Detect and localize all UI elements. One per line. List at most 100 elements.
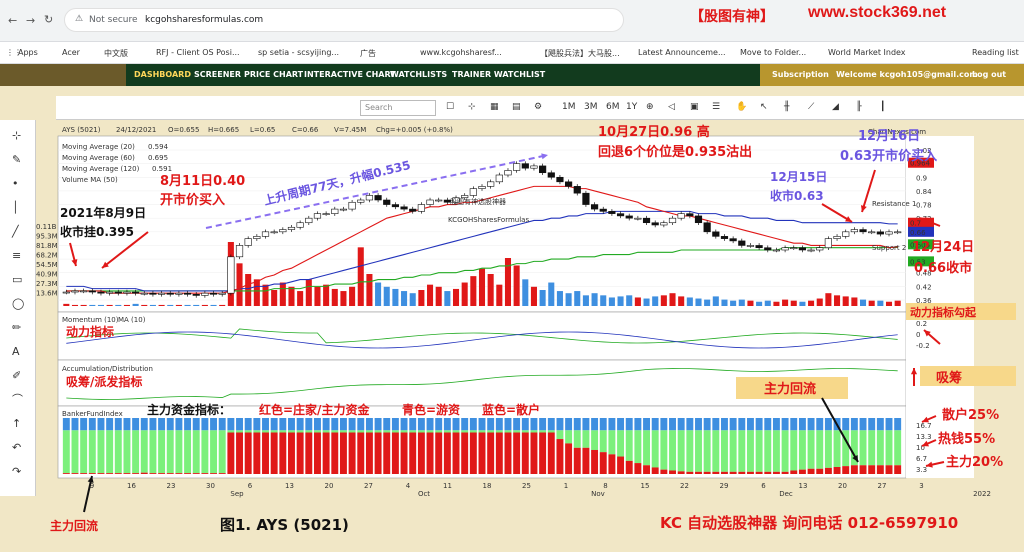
banker-bar-banker	[625, 460, 633, 474]
volume-bar	[132, 303, 139, 306]
price-tick-label: 0.84	[916, 188, 932, 196]
banker-bar-retail	[495, 418, 503, 431]
banker-bar-banker	[807, 468, 815, 474]
volume-bar	[591, 293, 598, 306]
x-tick-label: 4	[406, 482, 411, 490]
banker-bar-retail	[348, 418, 356, 431]
banker-bar-banker	[634, 463, 642, 474]
banker-bar-retail	[798, 418, 806, 431]
volume-bar	[271, 290, 278, 306]
volume-bar	[452, 288, 460, 306]
price-chart[interactable]: 1.020.960.90.840.780.720.660.60.540.480.…	[0, 0, 1024, 552]
banker-bar-retail	[894, 418, 902, 431]
banker-bar-banker	[556, 439, 564, 474]
banker-bar-retail	[703, 418, 711, 431]
banker-bar-retail	[478, 418, 486, 431]
momentum-tick-label: 0	[916, 331, 920, 339]
momentum-tick-label: -0.2	[916, 342, 930, 350]
banker-bar-retail	[175, 418, 183, 431]
volume-bar	[366, 274, 373, 306]
banker-bar-retail	[80, 418, 88, 431]
banker-bar-retail	[565, 418, 573, 431]
banker-bar-retail	[331, 418, 339, 431]
banker-bar-retail	[201, 418, 209, 431]
volume-bar	[799, 301, 806, 306]
banker-tick-label: 13.3	[916, 433, 932, 441]
banker-bar-hotmoney	[807, 430, 815, 469]
candle-body	[253, 236, 261, 239]
candle-body	[106, 291, 114, 294]
volume-bar	[747, 300, 754, 306]
banker-bar-retail	[591, 418, 599, 431]
banker-bar-hotmoney	[885, 430, 893, 466]
banker-bar-retail	[184, 418, 192, 431]
banker-bar-banker	[123, 473, 131, 474]
banker-bar-retail	[530, 418, 538, 431]
banker-bar-hotmoney	[547, 430, 555, 433]
candle-body	[616, 213, 625, 217]
banker-bar-hotmoney	[643, 430, 650, 466]
volume-tick-label: 95.3M	[36, 233, 58, 241]
banker-bar-hotmoney	[97, 430, 105, 474]
banker-bar-retail	[746, 418, 754, 431]
banker-bar-hotmoney	[218, 430, 226, 474]
banker-bar-banker	[175, 473, 183, 474]
banker-bar-retail	[547, 418, 555, 431]
banker-bar-hotmoney	[140, 430, 148, 473]
banker-bar-retail	[236, 418, 243, 431]
candle-body	[192, 294, 200, 296]
annotation-banker-pct: 主力20%	[946, 454, 1003, 470]
banker-bar-banker	[262, 432, 269, 474]
candle-body	[114, 291, 122, 294]
legend-volume-ma: Volume MA (50)	[62, 176, 118, 184]
last-price-label: 0.66	[910, 229, 926, 237]
volume-bar	[444, 291, 451, 306]
candle-body	[894, 231, 902, 234]
x-tick-label: 11	[443, 482, 452, 490]
candle-body	[322, 213, 330, 215]
banker-bar-banker	[461, 432, 469, 474]
banker-bar-banker	[521, 432, 529, 474]
banker-bar-banker	[71, 473, 79, 474]
banker-bar-retail	[755, 418, 763, 431]
candle-body	[469, 188, 477, 196]
x-month-label: Dec	[779, 490, 793, 498]
candle-body	[495, 174, 503, 183]
candle-body	[590, 204, 599, 210]
volume-bar	[470, 276, 477, 306]
banker-bar-retail	[106, 418, 114, 431]
candle-body	[383, 199, 391, 205]
banker-bar-retail	[296, 418, 304, 431]
volume-bar	[305, 279, 312, 306]
banker-bar-retail	[88, 418, 96, 431]
banker-bar-banker	[643, 465, 650, 474]
banker-bar-hotmoney	[772, 430, 780, 472]
volume-tick-label: 0.11B	[36, 223, 57, 231]
candle-body	[478, 186, 486, 189]
volume-bar	[375, 282, 382, 306]
candle-body	[374, 195, 382, 201]
volume-bar	[548, 282, 555, 306]
price-tick-label: 0.42	[916, 283, 932, 291]
banker-bar-hotmoney	[530, 430, 538, 433]
banker-bar-hotmoney	[106, 430, 114, 474]
quote-symbol: AYS (5021)	[62, 126, 101, 134]
banker-bar-hotmoney	[400, 430, 408, 433]
volume-bar	[600, 295, 607, 306]
banker-bar-banker	[876, 465, 884, 474]
volume-bar	[245, 274, 252, 306]
banker-bar-hotmoney	[669, 430, 676, 471]
banker-bar-banker	[348, 432, 356, 474]
volume-bar	[262, 284, 269, 306]
volume-bar	[790, 300, 797, 306]
quote-high: H=0.665	[208, 126, 239, 134]
candle-body	[391, 204, 399, 208]
banker-bar-hotmoney	[521, 430, 529, 433]
x-tick-label: 8	[603, 482, 607, 490]
banker-bar-hotmoney	[591, 430, 599, 450]
banker-bar-banker	[166, 473, 174, 474]
banker-bar-banker	[88, 473, 96, 474]
volume-bar	[643, 298, 650, 306]
banker-bar-banker	[400, 432, 408, 474]
banker-bar-banker	[850, 465, 858, 474]
